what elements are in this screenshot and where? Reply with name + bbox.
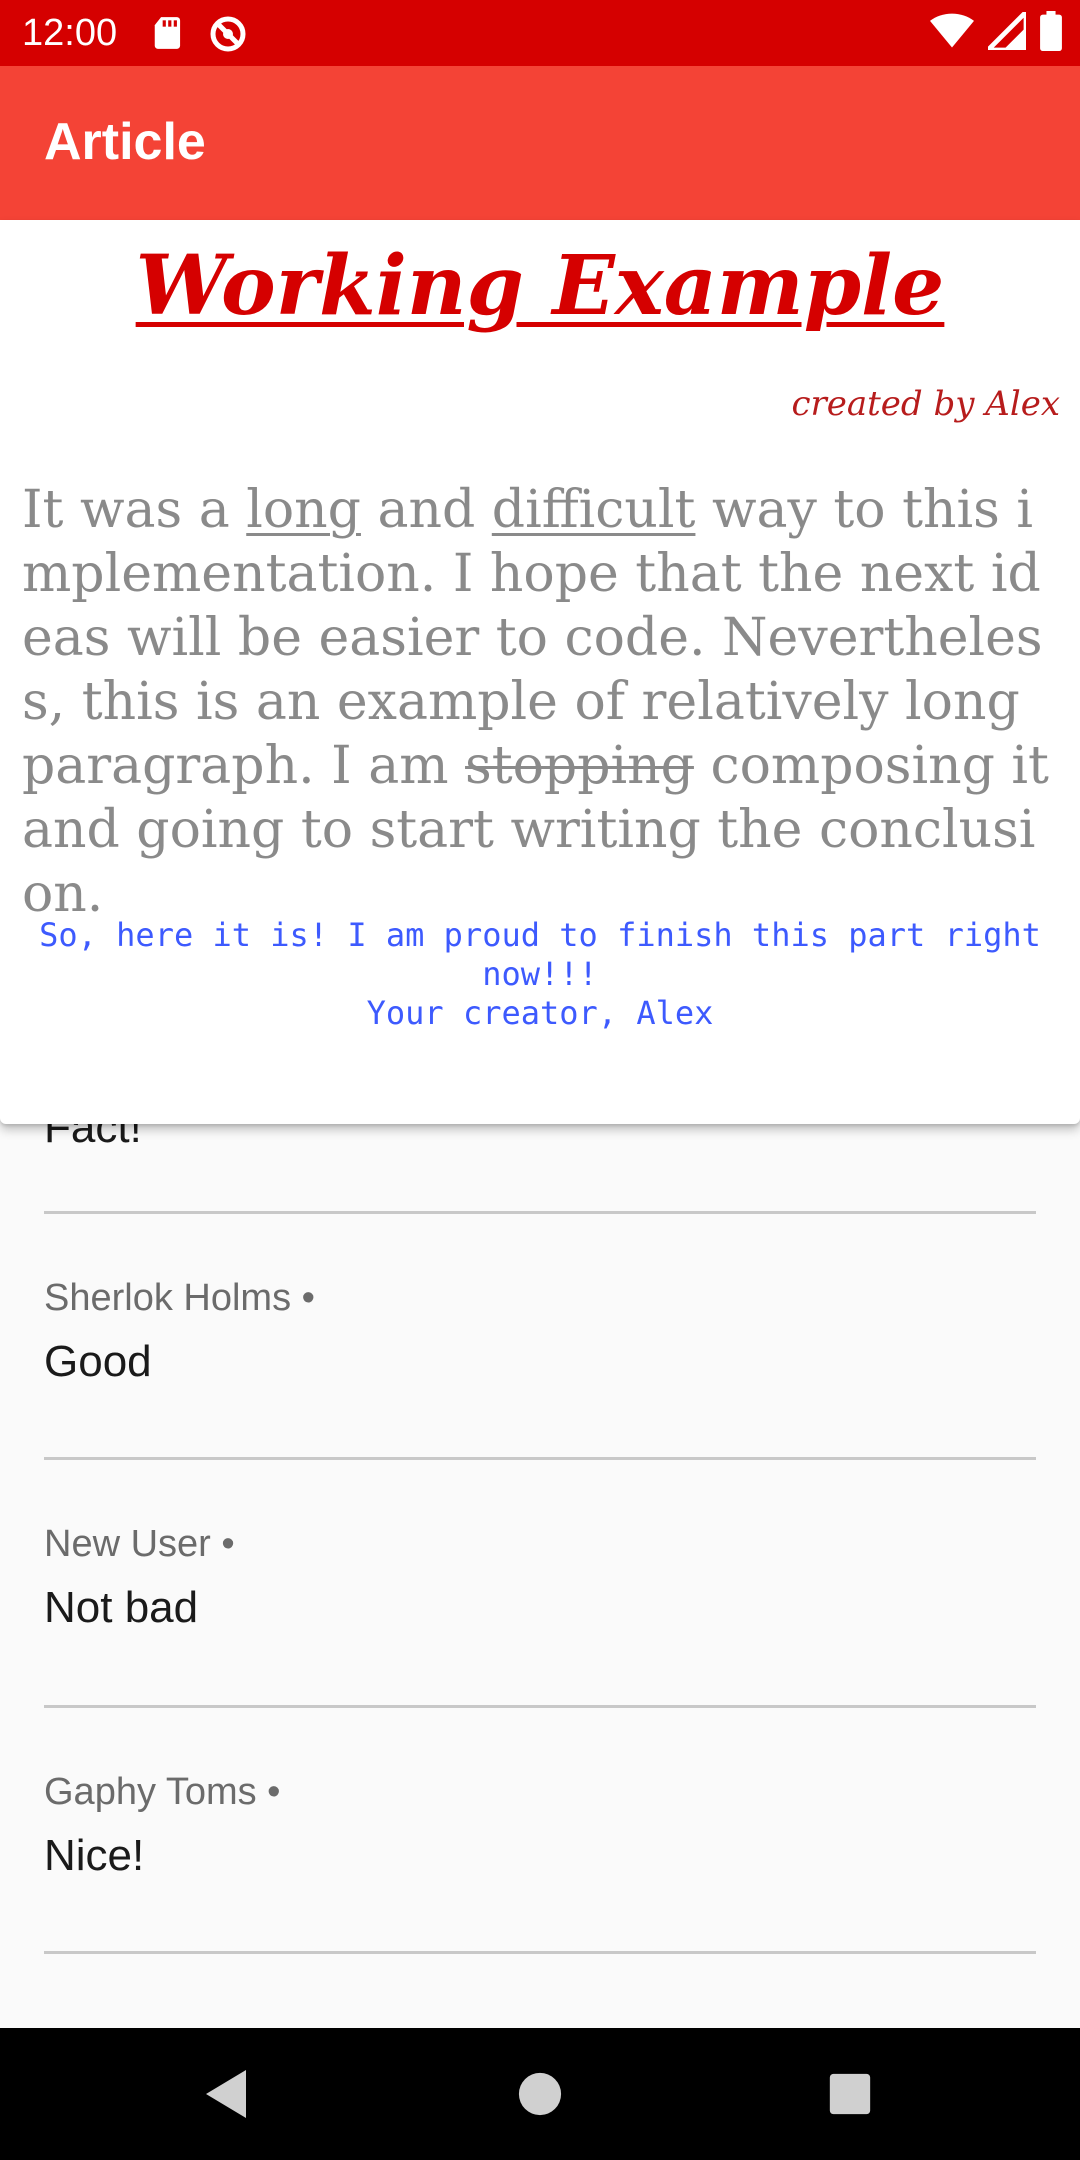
recents-icon[interactable]: [814, 2058, 886, 2130]
cellular-signal-icon: [982, 5, 1029, 55]
underlined-word: long: [246, 480, 361, 540]
comment-text: Not bad: [44, 1583, 199, 1632]
status-bar: 12:00: [0, 0, 1080, 66]
conclusion-line: So, here it is! I am proud to finish thi…: [39, 916, 1041, 993]
app-bar: Article: [0, 66, 1080, 220]
back-icon[interactable]: [190, 2058, 262, 2130]
struck-word: stopping: [465, 736, 694, 796]
comment-text: Good: [44, 1337, 152, 1386]
comment-item[interactable]: Gaphy Toms • Nice!: [44, 1708, 1036, 1954]
status-icons: [930, 5, 1062, 56]
article-conclusion: So, here it is! I am proud to finish thi…: [0, 916, 1080, 1033]
conclusion-signature: Your creator, Alex: [366, 994, 714, 1032]
comment-divider: [44, 1951, 1036, 1954]
article-author: created by Alex: [791, 384, 1060, 424]
comment-author: Sherlok Holms •: [44, 1277, 315, 1319]
comment-author: Gaphy Toms •: [44, 1771, 281, 1813]
article-card: Working Example created by Alex It was a…: [0, 220, 1080, 1124]
article-body: It was a long and difficult way to this …: [22, 480, 1049, 924]
home-icon[interactable]: [504, 2058, 576, 2130]
comment-text: Nice!: [44, 1831, 145, 1880]
sd-card-icon: [150, 14, 188, 52]
status-time: 12:00: [22, 12, 118, 54]
app-title: Article: [44, 113, 206, 171]
do-not-disturb-icon: [208, 14, 246, 52]
wifi-icon: [930, 12, 974, 55]
comment-item[interactable]: New User • Not bad: [44, 1460, 1036, 1708]
navigation-bar: [0, 2028, 1080, 2160]
comment-author: New User •: [44, 1523, 235, 1565]
comment-item[interactable]: Sherlok Holms • Good: [44, 1214, 1036, 1460]
underlined-word: difficult: [491, 480, 696, 540]
battery-icon: [1040, 10, 1062, 56]
article-title: Working Example: [135, 238, 945, 334]
